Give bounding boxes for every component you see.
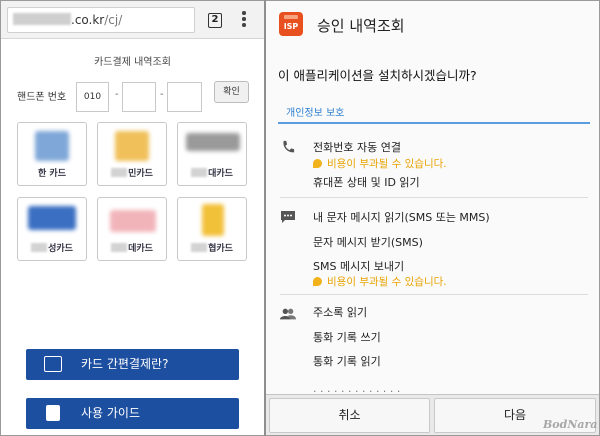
url-redacted (13, 13, 71, 25)
cancel-button[interactable]: 취소 (269, 398, 430, 433)
card-name: 한 카드 (38, 169, 66, 179)
contacts-icon (280, 308, 296, 320)
card-name: 대카드 (178, 166, 246, 179)
cost-warning: 비용이 부과될 수 있습니다. (313, 156, 447, 171)
card-name: 민카드 (98, 166, 166, 179)
book-icon (46, 405, 60, 421)
card-name: 협카드 (178, 241, 246, 254)
phone-middle-field[interactable] (122, 82, 156, 112)
confirm-button[interactable]: 확인 (214, 81, 249, 103)
phone-icon (283, 140, 295, 153)
message-icon (281, 211, 295, 223)
url-path: /cj/ (104, 13, 123, 27)
card-tile[interactable]: 협카드 (177, 197, 247, 261)
card-logo (28, 206, 76, 230)
coin-icon (313, 277, 322, 286)
card-tile[interactable]: 민카드 (97, 122, 167, 186)
url-domain: .co.kr (71, 13, 105, 27)
card-logo (110, 210, 156, 232)
more-menu-icon[interactable] (241, 11, 247, 29)
perm-item: SMS 메시지 보내기 (313, 260, 405, 273)
phone-prefix-field[interactable]: 010 (76, 82, 109, 112)
install-question: 이 애플리케이션을 설치하시겠습니까? (278, 68, 477, 83)
browser-pane: .co.kr/cj/ 2 카드결제 내역조회 핸드폰 번호 010 - - 확인… (1, 1, 264, 435)
card-logo (202, 204, 224, 236)
phone-label: 핸드폰 번호 (17, 92, 67, 103)
tab-privacy[interactable]: 개인정보 보호 (286, 104, 344, 119)
card-tile[interactable]: 데카드 (97, 197, 167, 261)
isp-app-icon: ISP (279, 12, 303, 36)
install-dialog: ISP 승인 내역조회 이 애플리케이션을 설치하시겠습니까? 개인정보 보호 … (266, 1, 599, 435)
card-name: 성카드 (18, 241, 86, 254)
card-logo (35, 131, 69, 161)
group-divider (280, 294, 588, 295)
perm-item: 문자 메시지 받기(SMS) (313, 236, 423, 249)
card-tile[interactable]: 성카드 (17, 197, 87, 261)
card-tile[interactable]: 대카드 (177, 122, 247, 186)
watermark: BodNara (543, 418, 598, 431)
card-logo (186, 133, 240, 151)
easy-pay-info-button[interactable]: 카드 간편결제란? (26, 349, 239, 380)
tab-underline (278, 122, 590, 124)
browser-toolbar: .co.kr/cj/ 2 (1, 1, 264, 39)
coin-icon (313, 159, 322, 168)
phone-last-field[interactable] (167, 82, 202, 112)
perm-item: 통화 기록 쓰기 (313, 331, 381, 344)
perm-item: 휴대폰 상태 및 ID 읽기 (313, 176, 420, 189)
phone-dash: - (115, 89, 119, 100)
app-title: 승인 내역조회 (317, 17, 405, 35)
cost-warning: 비용이 부과될 수 있습니다. (313, 274, 447, 289)
url-bar[interactable]: .co.kr/cj/ (7, 7, 195, 33)
card-name: 데카드 (98, 241, 166, 254)
card-tile[interactable]: 한 카드 (17, 122, 87, 186)
tab-switcher-button[interactable]: 2 (208, 13, 222, 28)
user-guide-button[interactable]: 사용 가이드 (26, 398, 239, 429)
card-logo (115, 131, 149, 161)
phone-dash: - (160, 89, 164, 100)
perm-item: 전화번호 자동 연결 (313, 141, 401, 154)
group-divider (280, 197, 588, 198)
page-title: 카드결제 내역조회 (94, 57, 171, 68)
perm-item: 내 문자 메시지 읽기(SMS 또는 MMS) (313, 211, 490, 224)
perm-item: 통화 기록 읽기 (313, 355, 381, 368)
card-icon (44, 356, 62, 372)
perm-item: 주소록 읽기 (313, 306, 368, 319)
